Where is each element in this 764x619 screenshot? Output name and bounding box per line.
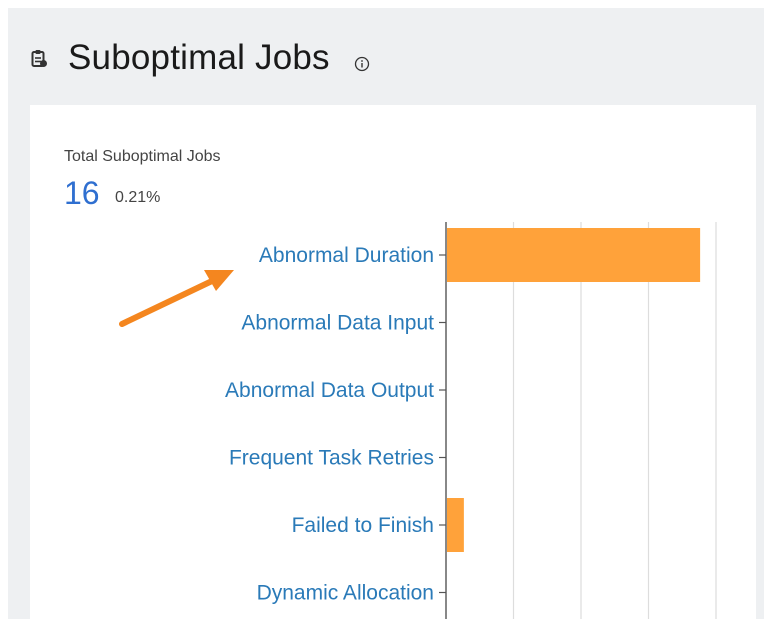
category-label[interactable]: Abnormal Duration <box>259 244 434 267</box>
category-label[interactable]: Failed to Finish <box>292 514 434 537</box>
category-label[interactable]: Abnormal Data Input <box>241 312 434 335</box>
bar <box>447 498 464 552</box>
category-label[interactable]: Frequent Task Retries <box>229 447 434 470</box>
annotation-arrow <box>119 278 215 327</box>
category-label[interactable]: Dynamic Allocation <box>257 582 434 605</box>
category-label[interactable]: Abnormal Data Output <box>225 379 434 402</box>
bar <box>447 228 701 282</box>
suboptimal-jobs-bar-chart: Abnormal Duration Abnormal Data Input Abno… <box>119 222 717 619</box>
